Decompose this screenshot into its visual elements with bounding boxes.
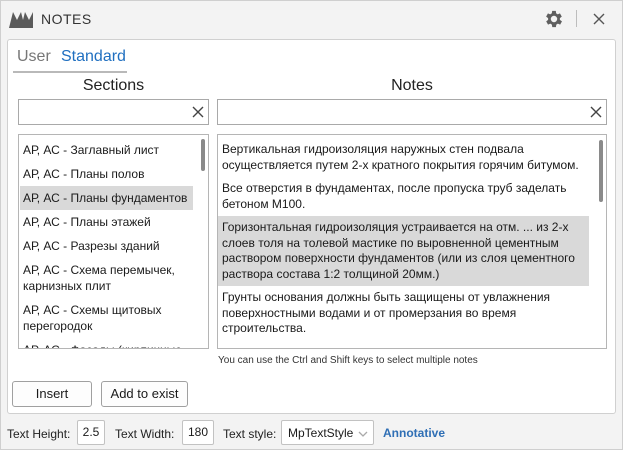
notes-search-input[interactable] [222,103,582,121]
list-item[interactable]: АР, АС - Планы этажей [20,210,193,234]
text-style-select[interactable]: MpTextStyle [281,420,374,445]
tab-user[interactable]: User [17,48,51,66]
app-logo-icon [9,12,33,28]
close-button[interactable] [586,7,612,31]
note-item[interactable]: Все отверстия в фундаментах, после пропу… [218,177,589,216]
insert-button[interactable]: Insert [12,381,92,407]
text-style-label: Text style: [223,427,277,441]
sections-list-items: АР, АС - Заглавный лист АР, АС - Планы п… [20,138,196,348]
note-item[interactable]: Горизонтальная гидроизоляция устраиваетс… [218,216,589,286]
clear-icon[interactable] [590,106,602,118]
title-bar: NOTES [1,1,622,37]
notes-scrollbar[interactable] [599,140,603,202]
sections-search-box [18,99,209,125]
clear-icon[interactable] [192,106,204,118]
note-item[interactable]: Грунты основания должны быть защищены от… [218,286,589,341]
tab-standard[interactable]: Standard [61,48,126,66]
gear-icon [546,10,562,28]
tab-underline [13,71,127,73]
text-width-label: Text Width: [115,427,175,441]
list-item[interactable]: АР, АС - Заглавный лист [20,138,193,162]
notes-title: Notes [391,77,433,94]
add-to-exist-button[interactable]: Add to exist [101,381,188,407]
sections-list[interactable]: АР, АС - Заглавный лист АР, АС - Планы п… [18,134,209,349]
multi-select-hint: You can use the Ctrl and Shift keys to s… [218,355,478,366]
text-width-input[interactable]: 180 [182,420,214,445]
window-title: NOTES [41,11,92,27]
text-style-value: MpTextStyle [288,426,354,440]
sections-title: Sections [82,77,145,94]
annotative-toggle[interactable]: Annotative [383,426,445,440]
chevron-down-icon [358,431,368,437]
list-item[interactable]: АР, АС - Планы полов [20,162,193,186]
text-height-label: Text Height: [7,427,71,441]
notes-window: NOTES User Standard Sections Notes АР, А… [0,0,623,450]
list-item[interactable]: АР, АС - Схема перемычек, карнизных плит [20,258,193,298]
note-item[interactable]: Вертикальная гидроизоляция наружных стен… [218,138,589,177]
list-item[interactable]: АР, АС - Схемы щитовых перегородок [20,298,193,338]
list-item[interactable]: АР, АС - Планы фундаментов [20,186,193,210]
main-panel: User Standard Sections Notes АР, АС - За… [7,39,616,414]
notes-list[interactable]: Вертикальная гидроизоляция наружных стен… [217,134,607,349]
title-divider [576,10,577,27]
list-item[interactable]: АР, АС - Разрезы зданий [20,234,193,258]
text-height-input[interactable]: 2.5 [77,420,105,445]
list-item[interactable]: АР, АС - Фасады (кирпичные [20,338,193,348]
notes-list-items: Вертикальная гидроизоляция наружных стен… [218,138,594,341]
close-icon [593,13,605,25]
bottom-toolbar: Text Height: 2.5 Text Width: 180 Text st… [1,419,622,447]
settings-button[interactable] [541,7,567,31]
sections-search-input[interactable] [23,103,183,121]
sections-scrollbar[interactable] [201,139,205,171]
notes-search-box [217,99,607,125]
